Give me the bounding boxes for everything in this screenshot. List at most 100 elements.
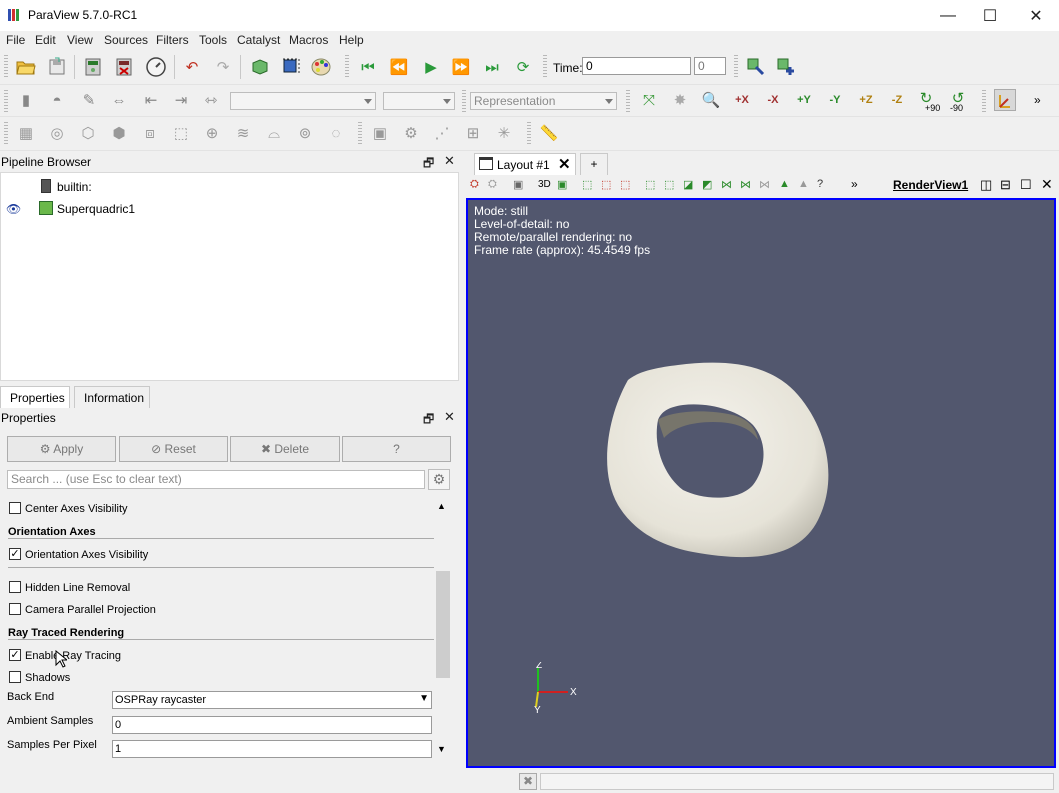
minimize-button[interactable]: — — [925, 0, 971, 31]
render-view-name[interactable]: RenderView1 — [893, 178, 968, 192]
menu-macros[interactable]: Macros — [289, 33, 328, 47]
time-shift-icon[interactable]: ⇥ — [170, 89, 192, 111]
close-window-button[interactable]: ✕ — [1013, 0, 1059, 31]
undo-icon[interactable]: ↶ — [181, 56, 203, 78]
extract-level-icon[interactable]: ◌ — [325, 122, 347, 144]
select-points-icon[interactable]: ⬚ — [601, 178, 611, 191]
pick-center-icon[interactable]: ✎ — [78, 89, 100, 111]
color-palette-icon[interactable] — [311, 56, 333, 78]
menu-help[interactable]: Help — [339, 33, 364, 47]
zoom-to-data-icon[interactable]: ✸ — [669, 89, 691, 111]
new-layout-tab[interactable]: + — [580, 153, 608, 175]
time-value-input[interactable]: 0 — [582, 57, 691, 75]
reset-center-icon[interactable]: ◓ — [46, 89, 68, 111]
loop-icon[interactable]: ⟳ — [512, 56, 534, 78]
shadows-checkbox[interactable] — [9, 671, 21, 683]
hover-cells-icon[interactable]: ⋈ — [759, 178, 770, 191]
toggle-3d-button[interactable]: 3D — [538, 179, 551, 190]
camera-parallel-checkbox[interactable] — [9, 603, 21, 615]
scroll-down-icon[interactable]: ▼ — [437, 744, 446, 754]
contour-icon[interactable]: ◎ — [46, 122, 68, 144]
hidden-line-checkbox[interactable] — [9, 581, 21, 593]
calculator-icon[interactable]: ▦ — [15, 122, 37, 144]
first-frame-icon[interactable]: ⏮ — [357, 56, 379, 78]
shrink-selection-icon[interactable]: ⋈ — [721, 178, 732, 191]
select-interactive-icon[interactable]: ⬚ — [664, 178, 674, 191]
hover-points-icon[interactable]: ⋈ — [740, 178, 751, 191]
query-icon[interactable]: ? — [817, 178, 823, 190]
menu-sources[interactable]: Sources — [104, 33, 148, 47]
menu-tools[interactable]: Tools — [199, 33, 227, 47]
add-selection-icon[interactable] — [775, 56, 797, 78]
clip-icon[interactable]: ⬡ — [77, 122, 99, 144]
select-cells-icon[interactable]: ⬚ — [582, 178, 592, 191]
ambient-samples-input[interactable]: 0 — [112, 716, 432, 734]
menu-catalyst[interactable]: Catalyst — [237, 33, 280, 47]
reset-camera-icon[interactable] — [249, 56, 271, 78]
scroll-up-icon[interactable]: ▲ — [437, 501, 446, 511]
back-end-select[interactable]: OSPRay raycaster ▼ — [112, 691, 432, 709]
find-data-icon[interactable] — [745, 56, 767, 78]
select-icon[interactable] — [280, 56, 302, 78]
close-view-icon[interactable]: ✕ — [1041, 176, 1053, 193]
pipeline-item-superquadric[interactable]: Superquadric1 — [57, 202, 135, 216]
view-plus-y-icon[interactable]: +Y — [793, 89, 815, 111]
rv-toolbar-more-icon[interactable]: » — [851, 177, 858, 191]
capture-b-icon[interactable]: ⛭ — [488, 178, 497, 191]
next-frame-icon[interactable]: ⏩ — [450, 56, 472, 78]
redo-icon[interactable]: ↷ — [212, 56, 234, 78]
samples-per-pixel-input[interactable]: 1 — [112, 740, 432, 758]
capture-icon[interactable]: ⛭ — [470, 178, 479, 191]
threshold-icon[interactable]: ⧈ — [139, 122, 161, 144]
advanced-settings-gear-icon[interactable]: ⚙ — [428, 469, 450, 490]
toolbar-grip[interactable] — [4, 55, 8, 79]
menu-filters[interactable]: Filters — [156, 33, 189, 47]
view-plus-z-icon[interactable]: +Z — [855, 89, 877, 111]
reset-camera-closest-icon[interactable]: ⤧ — [638, 89, 660, 111]
properties-search-input[interactable]: Search ... (use Esc to clear text) — [7, 470, 425, 489]
previous-frame-icon[interactable]: ⏪ — [388, 56, 410, 78]
warp-vector-icon[interactable]: ⌓ — [263, 122, 285, 144]
disconnect-icon[interactable] — [113, 56, 135, 78]
trace-icon[interactable]: ⋰ — [431, 122, 453, 144]
maximize-view-icon[interactable]: ☐ — [1020, 177, 1032, 193]
representation-combo[interactable]: Representation — [470, 92, 617, 110]
close-layout-icon[interactable]: ✕ — [558, 155, 571, 173]
pipeline-close-button[interactable]: ✕ — [444, 153, 455, 169]
open-file-icon[interactable] — [15, 56, 37, 78]
select-block-icon[interactable]: ◪ — [683, 178, 693, 191]
menu-view[interactable]: View — [67, 33, 93, 47]
orientation-axes-checkbox[interactable]: ✓ — [9, 548, 21, 560]
time-index-spinbox[interactable]: 0 — [694, 57, 726, 75]
render-viewport[interactable]: Mode: still Level-of-detail: no Remote/p… — [466, 198, 1056, 768]
view-plus-x-icon[interactable]: +X — [731, 89, 753, 111]
tab-information[interactable]: Information — [74, 386, 150, 408]
save-state-icon[interactable] — [46, 56, 68, 78]
tab-layout-1[interactable]: Layout #1 ✕ — [474, 153, 576, 175]
view-minus-x-icon[interactable]: -X — [762, 89, 784, 111]
tab-properties[interactable]: Properties — [0, 386, 70, 408]
ruler-icon[interactable]: 📏 — [538, 122, 560, 144]
clear-selection-icon[interactable]: ▲ — [779, 178, 790, 190]
help-button[interactable]: ? — [342, 436, 451, 462]
screenshot-icon[interactable]: ▣ — [513, 178, 523, 191]
view-minus-y-icon[interactable]: -Y — [824, 89, 846, 111]
split-horizontal-icon[interactable]: ◫ — [980, 177, 992, 193]
view-minus-z-icon[interactable]: -Z — [886, 89, 908, 111]
delete-button[interactable]: ✖ Delete — [230, 436, 340, 462]
grow-selection-icon[interactable]: ◩ — [702, 178, 712, 191]
menu-file[interactable]: File — [6, 33, 25, 47]
auto-apply-icon[interactable] — [145, 56, 167, 78]
edit-selection-icon[interactable]: ▲ — [798, 178, 809, 190]
connect-icon[interactable] — [82, 56, 104, 78]
status-clear-icon[interactable]: ✖ — [519, 773, 537, 790]
axes-visibility-icon[interactable] — [994, 89, 1016, 111]
maximize-button[interactable]: ☐ — [967, 0, 1013, 31]
properties-float-button[interactable]: 🗗 — [423, 410, 434, 431]
properties-scrollbar[interactable]: ▲ ▼ — [435, 499, 451, 757]
last-frame-icon[interactable]: ⏭ — [481, 56, 503, 78]
properties-close-button[interactable]: ✕ — [444, 409, 455, 425]
enable-ray-tracing-checkbox[interactable]: ✓ — [9, 649, 21, 661]
variable-combo[interactable] — [230, 92, 376, 110]
apply-button[interactable]: ⚙ Apply — [7, 436, 116, 462]
